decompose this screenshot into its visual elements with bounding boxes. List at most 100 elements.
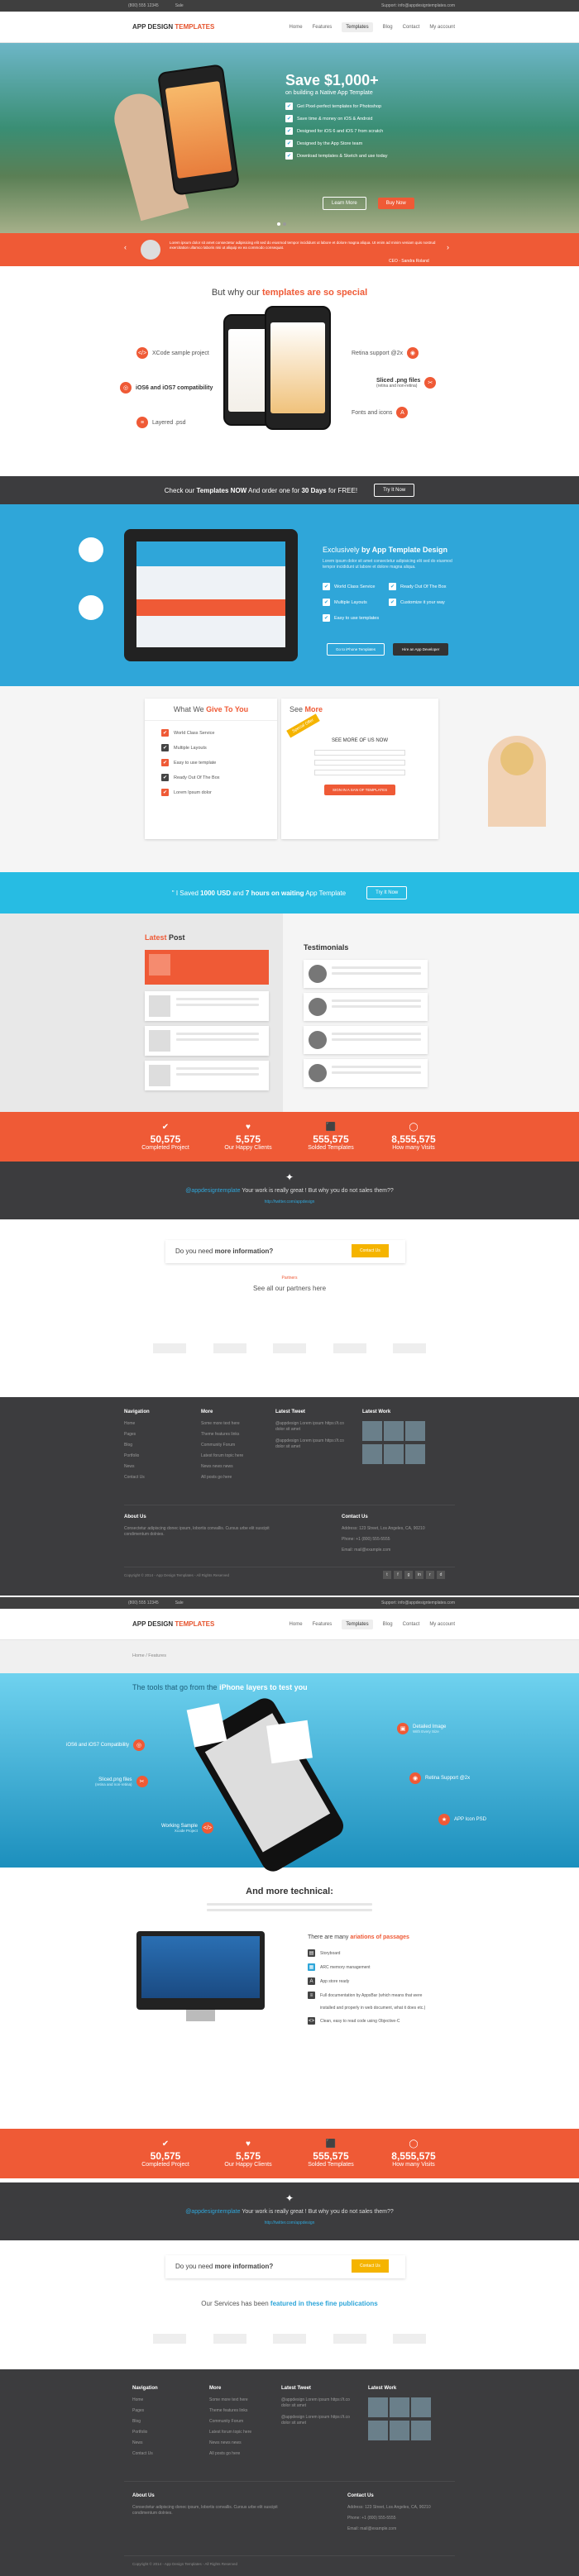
footer-link[interactable]: Theme features links: [201, 1432, 271, 1437]
support-text: Support: info@appdesigntemplates.com: [380, 3, 455, 8]
nav-blog[interactable]: Blog: [383, 1622, 393, 1627]
prev-arrow-icon[interactable]: ‹: [124, 243, 127, 251]
linkedin-icon[interactable]: in: [415, 1571, 423, 1579]
exclusive-title: Exclusively by App Template Design: [323, 546, 448, 554]
phone-text: (800) 555 12345: [128, 3, 159, 8]
post-item[interactable]: [145, 950, 269, 985]
nav-features[interactable]: Features: [313, 1622, 333, 1627]
twitter-icon: ✦: [285, 1171, 294, 1183]
footer-link[interactable]: Blog: [124, 1443, 190, 1448]
feature-left-list: </> XCode sample project ◎ iOS6 and iOS7 c…: [120, 347, 213, 428]
nav-features[interactable]: Features: [313, 25, 333, 30]
stat-item: ✔ 50,575 Completed Project: [141, 1123, 189, 1151]
partner-logo: [213, 1343, 246, 1353]
nav-contact[interactable]: Contact: [403, 25, 420, 30]
contact-us-button[interactable]: Contact Us: [352, 1244, 389, 1257]
code-icon: <>: [308, 2017, 315, 2025]
post-item[interactable]: [145, 1061, 269, 1090]
logo[interactable]: APP DESIGN TEMPLATES: [132, 23, 214, 31]
footer-link[interactable]: Home: [124, 1421, 190, 1426]
rss-icon[interactable]: r: [426, 1571, 434, 1579]
appstore-icon: A: [308, 1977, 315, 1985]
give-card: What We Give To You ✔ World Class Service…: [145, 699, 277, 839]
slider-dot[interactable]: [283, 222, 286, 226]
feature-right-list: Retina support @2x ◉ Sliced .png files (re…: [352, 347, 437, 418]
breadcrumb[interactable]: Home / Features: [132, 1653, 166, 1658]
footer-link[interactable]: Latest forum topic here: [201, 1453, 271, 1458]
retina-icon: ◉: [406, 347, 419, 359]
footer-link[interactable]: Some more text here: [201, 1421, 271, 1426]
nav-contact[interactable]: Contact: [403, 1622, 420, 1627]
partners-label: Partners: [281, 1276, 298, 1281]
partner-logo: [153, 1343, 186, 1353]
slider-dot[interactable]: [277, 222, 280, 226]
name-input[interactable]: [314, 750, 405, 756]
buy-now-button[interactable]: Buy Now: [377, 198, 414, 209]
tweet-section: ✦ @appdesigntemplate Your work is really…: [0, 1162, 579, 1219]
email-link[interactable]: Sale: [175, 3, 184, 8]
tweet-link[interactable]: http://twitter.com/appdesign: [0, 2221, 579, 2225]
exclusive-checks: ✔ World Class Service ✔ Ready Out Of The B…: [323, 583, 447, 622]
layers-icon: ≡: [136, 417, 148, 428]
twitter-icon[interactable]: t: [383, 1571, 391, 1579]
phone-input[interactable]: [314, 770, 405, 775]
ipad-image: [124, 529, 298, 661]
imac-image: [136, 1931, 265, 2010]
footer-link[interactable]: Contact Us: [124, 1475, 190, 1480]
partner-logo: [393, 1343, 426, 1353]
work-thumb: [362, 1444, 382, 1464]
learn-more-button[interactable]: Learn More: [323, 197, 366, 210]
tweet-link[interactable]: http://twitter.com/appdesign: [0, 1200, 579, 1205]
footer-link[interactable]: All posts go here: [201, 1475, 271, 1480]
cta-banner-2: " I Saved 1000 USD and 7 hours on waitin…: [0, 872, 579, 914]
nav-blog[interactable]: Blog: [383, 25, 393, 30]
email-link[interactable]: Sale: [175, 1600, 184, 1605]
nav-home[interactable]: Home: [290, 25, 303, 30]
exclusive-section: Exclusively by App Template Design Lorem…: [0, 504, 579, 686]
give-section: What We Give To You ✔ World Class Service…: [0, 686, 579, 872]
slice-icon: ✂: [424, 377, 437, 389]
try-it-now-button[interactable]: Try It Now: [374, 484, 415, 497]
iphone-templates-button[interactable]: Go to iPhone Templates: [327, 643, 385, 656]
compat-icon: ◎: [120, 382, 132, 394]
sign-in-button[interactable]: SIGN IN A SAN OF TEMPLATES: [324, 785, 396, 795]
special-title: But why our templates are so special: [211, 288, 368, 298]
facebook-icon[interactable]: f: [394, 1571, 402, 1579]
hire-developer-button[interactable]: Hire an App Developer: [392, 643, 449, 656]
main-nav: Home Features Templates Blog Contact My …: [280, 21, 455, 32]
contact-us-button[interactable]: Contact Us: [352, 2259, 389, 2273]
try-it-now-button[interactable]: Try It Now: [366, 886, 408, 899]
nav-home[interactable]: Home: [290, 1622, 303, 1627]
footer-link[interactable]: Community Forum: [201, 1443, 271, 1448]
layer-card: [186, 1703, 227, 1748]
email-input[interactable]: [314, 760, 405, 766]
footer: Navigation Home Pages Blog Portfolio News Con…: [0, 1397, 579, 1596]
hero-subtitle: on building a Native App Template: [285, 90, 373, 96]
stats-bar: ✔ 50,575 Completed Project ♥ 5,575 Our Happy…: [124, 1112, 455, 1162]
tweet-text: @appdesigntemplate Your work is really g…: [185, 1188, 394, 1194]
memory-icon: ▦: [308, 1963, 315, 1971]
footer-link[interactable]: Portfolio: [124, 1453, 190, 1458]
dribbble-icon[interactable]: d: [437, 1571, 445, 1579]
footer-link[interactable]: News news news: [201, 1464, 271, 1469]
top-bar: (800) 555 12345 Sale Support: info@appde…: [0, 0, 579, 12]
gplus-icon[interactable]: g: [404, 1571, 413, 1579]
breadcrumb-bar: Home / Features: [0, 1640, 579, 1673]
woman-image: [488, 736, 546, 827]
info-box: Do you need more information? Contact Us: [165, 2255, 405, 2278]
post-item[interactable]: [145, 1026, 269, 1056]
footer-link[interactable]: News: [124, 1464, 190, 1469]
nav-templates[interactable]: Templates: [342, 1619, 373, 1629]
footer-link[interactable]: Pages: [124, 1432, 190, 1437]
nav-account[interactable]: My account: [429, 25, 455, 30]
twitter-icon: ✦: [285, 2192, 294, 2204]
post-item[interactable]: [145, 991, 269, 1021]
logo[interactable]: APP DESIGN TEMPLATES: [132, 1620, 214, 1628]
copyright: Copyright © 2014 - App Design Templates …: [124, 1573, 230, 1577]
nav-account[interactable]: My account: [429, 1622, 455, 1627]
nav-templates[interactable]: Templates: [342, 21, 373, 32]
hero-testimonial-bar: ‹ Lorem ipsum dolor sit amet consectetur…: [0, 233, 579, 266]
partner-logo: [273, 1343, 306, 1353]
next-arrow-icon[interactable]: ›: [447, 243, 449, 251]
top-bar: (800) 555 12345 Sale Support: info@appde…: [0, 1597, 579, 1609]
